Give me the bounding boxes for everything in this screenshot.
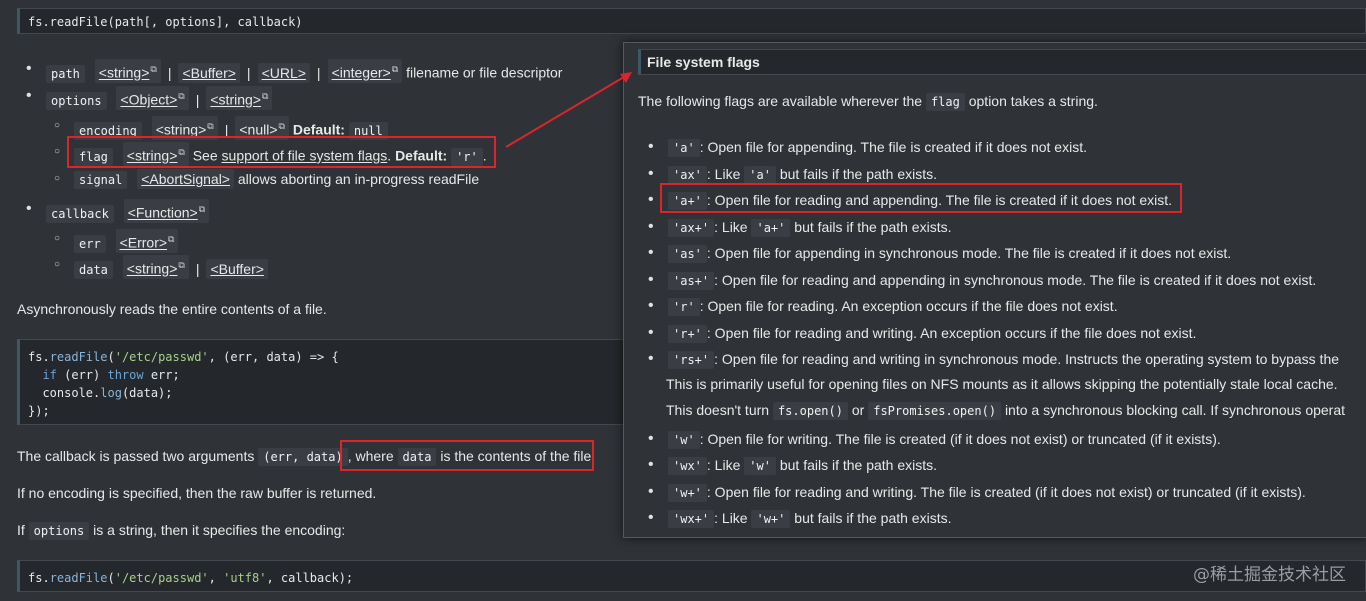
- rs-continuation-2: This doesn't turn fs.open() or fsPromise…: [666, 402, 1346, 420]
- type-link[interactable]: <Error>: [120, 235, 167, 251]
- param-name: data: [74, 260, 113, 279]
- param-name: options: [46, 91, 107, 110]
- param-name: path: [46, 64, 85, 83]
- flag-item: 'wx': Like 'w' but fails if the path exi…: [648, 455, 937, 476]
- external-link-icon: ⧉: [178, 260, 185, 270]
- type-link[interactable]: <string>: [99, 65, 150, 81]
- type-link[interactable]: <string>: [127, 261, 178, 277]
- inline-code: options: [28, 522, 90, 540]
- inline-code: (err, data): [258, 448, 348, 466]
- flag-item: 'rs+': Open file for reading and writing…: [648, 349, 1339, 370]
- param-desc: allows aborting an in-progress readFile: [237, 171, 480, 187]
- external-link-icon: ⧉: [178, 91, 185, 101]
- flags-popup: File system flags The following flags ar…: [623, 42, 1366, 538]
- flag-item: 'w': Open file for writing. The file is …: [648, 429, 1221, 450]
- flag-item: 'r': Open file for reading. An exception…: [648, 296, 1118, 317]
- type-link[interactable]: <Buffer>: [210, 261, 263, 277]
- highlight-box-flag: [67, 136, 496, 168]
- external-link-icon: ⧉: [207, 121, 214, 131]
- type-link[interactable]: <integer>: [332, 65, 391, 81]
- highlight-box-a-plus: [660, 183, 1182, 213]
- type-link[interactable]: <string>: [210, 92, 261, 108]
- flag-item: 'wx+': Like 'w+' but fails if the path e…: [648, 508, 951, 529]
- param-name: callback: [46, 204, 114, 223]
- external-link-icon: ⧉: [261, 91, 269, 101]
- type-link[interactable]: <URL>: [262, 65, 306, 81]
- flag-item: 'as+': Open file for reading and appendi…: [648, 270, 1316, 291]
- flag-item: 'a': Open file for appending. The file i…: [648, 137, 1087, 158]
- external-link-icon: ⧉: [391, 64, 399, 74]
- param-data: data <string>⧉|<Buffer>: [54, 255, 268, 280]
- code-example-2: fs.readFile('/etc/passwd', 'utf8', callb…: [17, 560, 1366, 592]
- param-err: err <Error>⧉: [54, 229, 179, 254]
- options-paragraph: If options is a string, then it specifie…: [17, 522, 346, 540]
- flag-item: 'ax': Like 'a' but fails if the path exi…: [648, 164, 937, 185]
- param-name: err: [74, 234, 106, 253]
- no-encoding-paragraph: If no encoding is specified, then the ra…: [17, 485, 377, 501]
- watermark: @稀土掘金技术社区: [1193, 565, 1346, 585]
- popup-intro: The following flags are available wherev…: [638, 93, 1098, 111]
- external-link-icon: ⧉: [278, 121, 285, 131]
- description: Asynchronously reads the entire contents…: [17, 301, 327, 317]
- param-options: options <Object>⧉|<string>⧉: [26, 86, 273, 111]
- inline-code: flag: [925, 93, 965, 111]
- flag-item: 'ax+': Like 'a+' but fails if the path e…: [648, 217, 951, 238]
- function-signature: fs.readFile(path[, options], callback): [17, 8, 1366, 34]
- param-desc: filename or file descriptor: [406, 64, 563, 81]
- flag-item: 'w+': Open file for reading and writing.…: [648, 482, 1306, 503]
- rs-continuation-1: This is primarily useful for opening fil…: [666, 376, 1338, 392]
- type-link[interactable]: <AbortSignal>: [141, 171, 230, 187]
- flag-item: 'r+': Open file for reading and writing.…: [648, 323, 1196, 344]
- type-link[interactable]: <Function>: [128, 205, 198, 221]
- flag-item: 'as': Open file for appending in synchro…: [648, 243, 1231, 264]
- param-callback: callback <Function>⧉: [26, 199, 210, 224]
- external-link-icon: ⧉: [168, 234, 175, 244]
- type-link[interactable]: <Object>: [120, 92, 177, 108]
- popup-title: File system flags: [638, 49, 1366, 75]
- highlight-box-data: [340, 440, 594, 471]
- param-name: signal: [74, 171, 128, 189]
- type-link[interactable]: <Buffer>: [182, 65, 235, 81]
- external-link-icon: ⧉: [198, 204, 206, 214]
- external-link-icon: ⧉: [150, 64, 157, 74]
- param-path: path <string>⧉|<Buffer>|<URL>|<integer>⧉…: [26, 59, 563, 84]
- param-signal: signal <AbortSignal> allows aborting an …: [54, 169, 480, 190]
